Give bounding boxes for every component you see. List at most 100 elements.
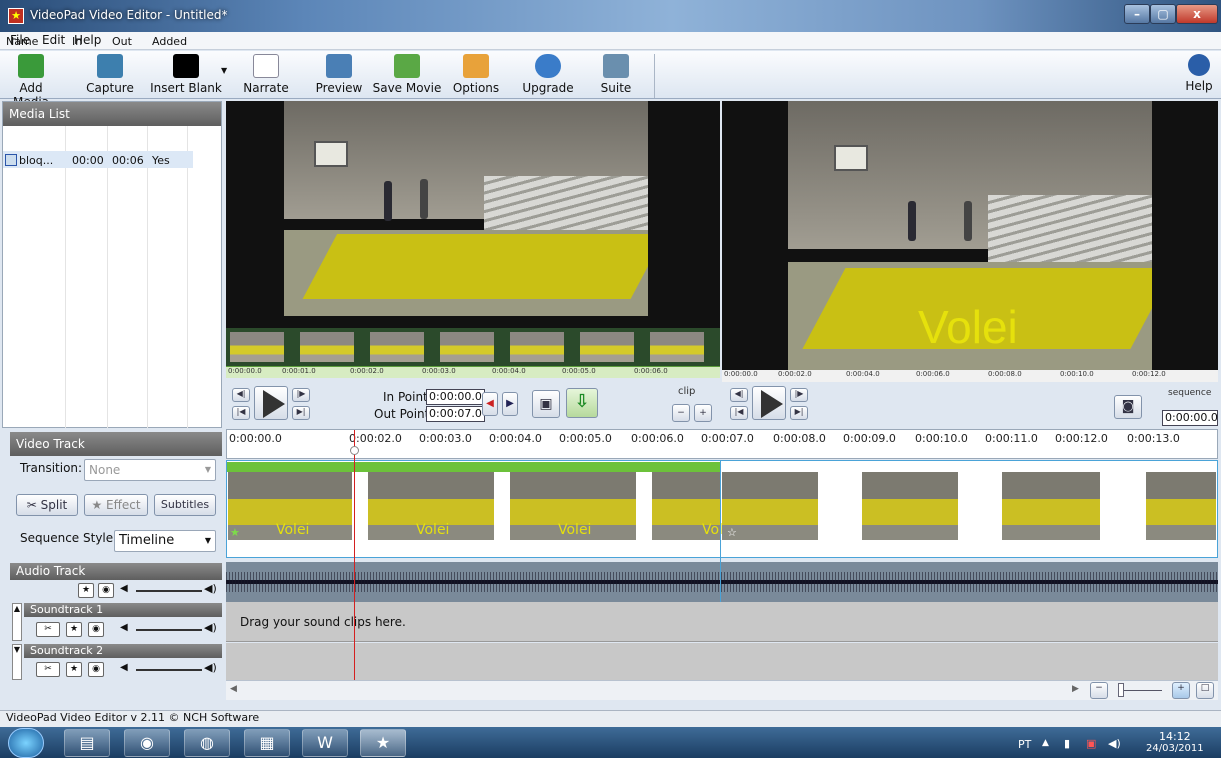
star-icon[interactable]: ★ — [66, 622, 82, 637]
column-header-added[interactable]: Added — [152, 35, 187, 48]
timeline-clip-thumb[interactable]: Volei — [368, 472, 494, 540]
network-icon[interactable]: ▣ — [1086, 737, 1096, 750]
zoom-fit-icon[interactable]: □ — [1196, 682, 1214, 699]
word-icon[interactable]: W — [302, 729, 348, 757]
column-divider — [107, 126, 108, 428]
seq-prev-frame-button[interactable]: ◀| — [730, 388, 748, 402]
seq-go-start-button[interactable]: |◀ — [730, 406, 748, 420]
timeline-scrollbar[interactable] — [226, 680, 1218, 700]
volume-slider[interactable] — [136, 629, 202, 631]
timeline-clip-thumb[interactable] — [1146, 472, 1216, 540]
tray-clock[interactable]: 14:12 24/03/2011 — [1146, 730, 1204, 754]
clip-tab[interactable]: clip — [678, 386, 695, 397]
expand-arrow-icon[interactable]: ▼ — [12, 644, 22, 680]
calendar-icon[interactable]: ▦ — [244, 729, 290, 757]
clip-ruler[interactable]: 0:00:00.0 0:00:01.0 0:00:02.0 0:00:03.0 … — [226, 366, 720, 378]
next-frame-button[interactable]: |▶ — [292, 388, 310, 402]
help-button[interactable]: Help — [1184, 54, 1214, 98]
collapse-arrow-icon[interactable]: ▲ — [12, 603, 22, 641]
go-end-button[interactable]: ▶| — [292, 406, 310, 420]
mute-icon[interactable]: ◉ — [88, 622, 104, 637]
explorer-icon[interactable]: ▤ — [64, 729, 110, 757]
timeline-ruler[interactable]: 0:00:00.0 0:00:02.0 0:00:03.0 0:00:04.0 … — [226, 429, 1218, 459]
split-audio-icon[interactable]: ✂ — [36, 662, 60, 677]
split-button[interactable]: ✂ Split — [16, 494, 78, 516]
column-header-in[interactable]: In — [72, 35, 82, 48]
seq-go-end-button[interactable]: ▶| — [790, 406, 808, 420]
preview-button[interactable]: Preview — [312, 54, 366, 98]
sequence-ruler[interactable]: 0:00:00.0 0:00:02.0 0:00:04.0 0:00:06.0 … — [722, 370, 1218, 382]
save-movie-button[interactable]: Save Movie — [372, 54, 442, 98]
sequence-style-select[interactable]: Timeline ▼ — [114, 530, 216, 552]
split-audio-icon[interactable]: ✂ — [36, 622, 60, 637]
star-icon[interactable]: ★ — [78, 583, 94, 598]
minimize-button[interactable]: – — [1124, 4, 1150, 24]
subtitles-button[interactable]: Subtitles — [154, 494, 216, 516]
timeline-clip-thumb[interactable]: Volei — [510, 472, 636, 540]
prev-frame-button[interactable]: ◀| — [232, 388, 250, 402]
zoom-out-icon[interactable]: − — [672, 404, 690, 422]
timeline-clip-thumb[interactable] — [1002, 472, 1100, 540]
zoom-out-icon[interactable]: − — [1090, 682, 1108, 699]
chrome-icon[interactable]: ◍ — [184, 729, 230, 757]
play-sequence-button[interactable] — [752, 386, 786, 420]
insert-blank-button[interactable]: Insert Blank — [150, 54, 222, 98]
scroll-left-icon[interactable]: ◀ — [230, 684, 237, 694]
speaker-icon[interactable]: ◀) — [1108, 737, 1121, 750]
column-header-out[interactable]: Out — [112, 35, 132, 48]
close-button[interactable]: x — [1176, 4, 1218, 24]
play-clip-button[interactable] — [254, 386, 288, 420]
clip-filmstrip[interactable] — [226, 328, 720, 366]
maximize-button[interactable]: ▢ — [1150, 4, 1176, 24]
effect-star-icon[interactable]: ★ — [230, 526, 240, 539]
start-button[interactable] — [8, 728, 44, 758]
effect-button[interactable]: ★ Effect — [84, 494, 148, 516]
insert-blank-dropdown-icon[interactable]: ▼ — [221, 66, 227, 75]
timeline-clip-thumb[interactable]: Vol — [652, 472, 723, 540]
language-indicator[interactable]: PT — [1018, 738, 1031, 751]
effect-star-icon[interactable]: ☆ — [727, 526, 737, 539]
volume-slider[interactable] — [136, 590, 202, 592]
set-in-point-button[interactable]: ◀ — [482, 392, 498, 416]
mute-icon[interactable]: ◉ — [88, 662, 104, 677]
audio-track-lane[interactable] — [226, 562, 1218, 602]
preview-icon — [326, 54, 352, 78]
zoom-in-icon[interactable]: + — [694, 404, 712, 422]
clip-preview-video[interactable] — [226, 101, 720, 328]
column-header-name[interactable]: Name — [6, 35, 38, 48]
playhead-handle[interactable] — [350, 446, 359, 455]
out-point-field[interactable]: 0:00:07.0 — [426, 406, 485, 422]
add-media-button[interactable]: Add Media — [2, 54, 60, 109]
zoom-in-icon[interactable]: + — [1172, 682, 1190, 699]
volume-slider[interactable] — [136, 669, 202, 671]
timeline-clip-thumb[interactable] — [862, 472, 958, 540]
scroll-right-icon[interactable]: ▶ — [1072, 684, 1079, 694]
capture-button[interactable]: Capture — [84, 54, 136, 98]
tray-expand-icon[interactable]: ▲ — [1042, 738, 1049, 748]
transition-select[interactable]: None ▼ — [84, 459, 216, 481]
add-to-sequence-icon[interactable]: ▣ — [532, 390, 560, 418]
set-out-point-button[interactable]: ▶ — [502, 392, 518, 416]
menu-edit[interactable]: Edit — [42, 33, 65, 47]
zoom-slider-track[interactable] — [1124, 690, 1162, 691]
seq-next-frame-button[interactable]: |▶ — [790, 388, 808, 402]
suite-button[interactable]: Suite — [592, 54, 640, 98]
sequence-tab[interactable]: sequence — [1168, 388, 1211, 398]
clip-range-bar[interactable] — [227, 462, 721, 472]
timeline-clip-thumb[interactable]: Volei — [228, 472, 352, 540]
battery-icon[interactable]: ▮ — [1064, 737, 1070, 750]
volume-low-icon: ◀ — [120, 662, 128, 673]
mute-icon[interactable]: ◉ — [98, 583, 114, 598]
narrate-button[interactable]: Narrate — [240, 54, 292, 98]
soundtrack-2-lane[interactable] — [226, 643, 1218, 680]
upgrade-button[interactable]: Upgrade — [520, 54, 576, 98]
go-start-button[interactable]: |◀ — [232, 406, 250, 420]
star-icon[interactable]: ★ — [66, 662, 82, 677]
videopad-task-icon[interactable]: ★ — [360, 729, 406, 757]
in-point-field[interactable]: 0:00:00.0 — [426, 389, 485, 405]
timeline-playhead[interactable] — [354, 430, 355, 680]
snapshot-camera-icon[interactable]: ◙ — [1114, 395, 1142, 419]
place-on-timeline-button[interactable]: ⇩ — [566, 388, 598, 418]
options-button[interactable]: Options — [450, 54, 502, 98]
firefox-icon[interactable]: ◉ — [124, 729, 170, 757]
